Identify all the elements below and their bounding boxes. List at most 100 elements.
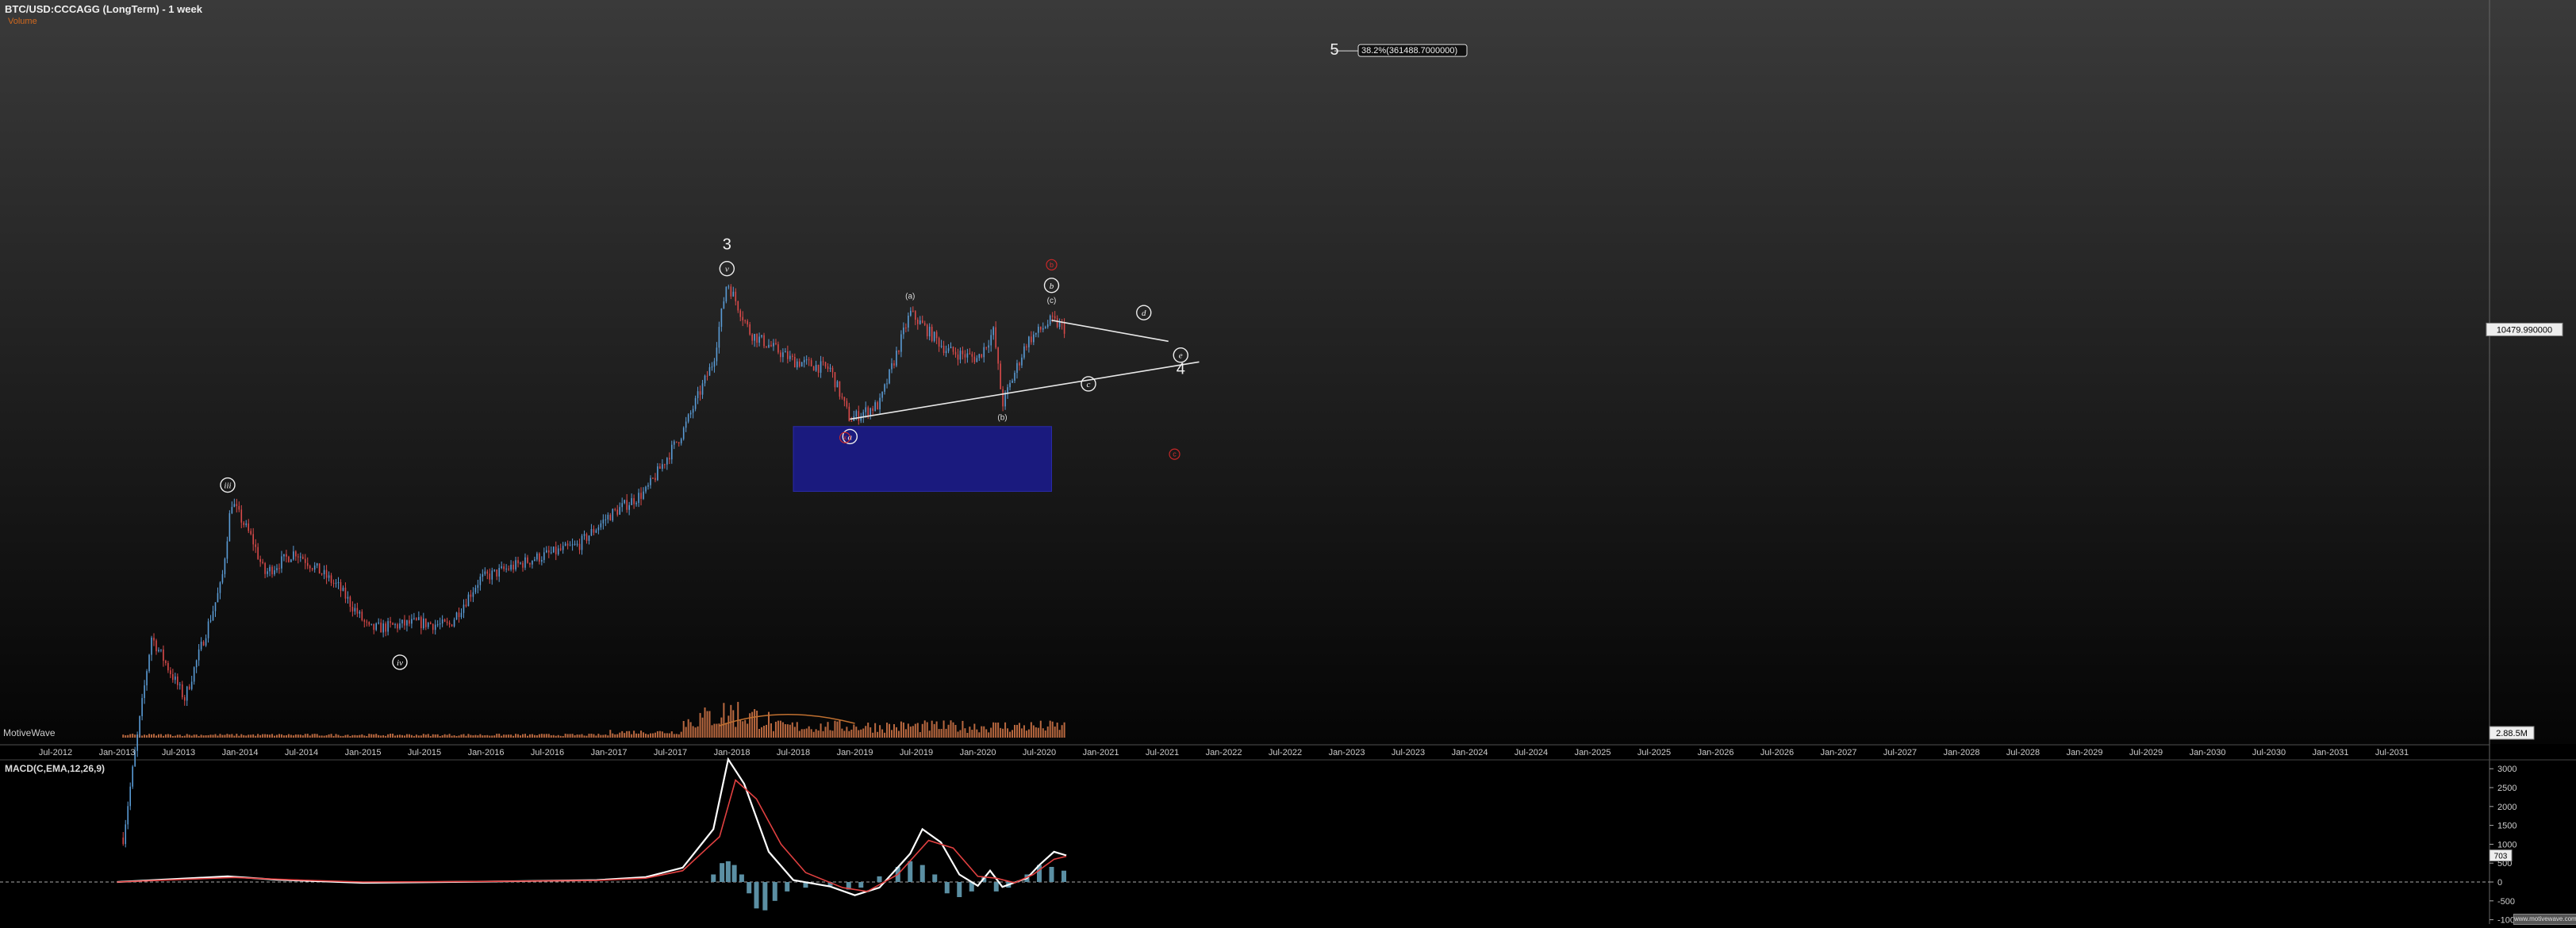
candle-body [250, 531, 252, 535]
volume-bar [689, 722, 692, 738]
volume-bar [557, 734, 559, 738]
candle-body [626, 500, 628, 510]
volume-tag: 2.88.5M [2496, 729, 2528, 738]
volume-bar [889, 723, 891, 738]
candle-body [571, 544, 574, 546]
candle-body [692, 408, 694, 413]
candle-body [304, 558, 306, 563]
candle-body [1039, 326, 1042, 330]
volume-bar [685, 727, 687, 738]
volume-bar [141, 735, 144, 738]
volume-bar [675, 734, 678, 738]
volume-bar [578, 734, 581, 738]
candle-body [763, 335, 765, 347]
candle-body [420, 617, 422, 629]
candle-body [896, 351, 897, 366]
volume-bar [619, 732, 621, 738]
candle-body [597, 527, 600, 531]
volume-bar [766, 724, 768, 738]
volume-bar [763, 726, 766, 738]
macd-y-tick-label: 2000 [2497, 803, 2516, 812]
candle-body [354, 608, 356, 612]
volume-bar [385, 735, 387, 738]
volume-bar [340, 735, 342, 738]
candle-body [820, 361, 822, 373]
volume-bar [366, 735, 368, 738]
volume-bar [793, 727, 796, 738]
candle-body [659, 466, 661, 470]
candle-body [418, 617, 420, 620]
volume-bar [255, 735, 257, 738]
candle-body [290, 559, 292, 562]
candle-body [532, 560, 533, 565]
candle-body [824, 362, 827, 367]
volume-bar [995, 723, 997, 738]
volume-bar [200, 734, 202, 738]
volume-bar [800, 729, 803, 738]
volume-bar [624, 733, 626, 738]
volume-bar [1027, 729, 1030, 738]
candle-body [547, 550, 550, 553]
candle-body [361, 612, 363, 620]
wave-label-iii: iii [224, 481, 231, 491]
volume-bar [482, 735, 484, 738]
volume-bar [616, 734, 619, 738]
candle-body [344, 587, 347, 599]
candle-body [524, 557, 526, 568]
macd-histogram-bar [762, 882, 768, 911]
macd-histogram-bar [725, 861, 731, 882]
candle-body [453, 619, 455, 627]
candle-body [186, 686, 188, 701]
candle-body [451, 624, 453, 627]
volume-bar [522, 734, 524, 738]
volume-bar [990, 727, 992, 738]
candle-body [205, 638, 207, 646]
x-tick-label: Jan-2025 [1575, 748, 1611, 757]
volume-bar [422, 734, 424, 738]
candle-body [129, 786, 131, 807]
candle-body [529, 562, 531, 565]
macd-histogram-bar [720, 863, 725, 882]
candle-body [874, 402, 876, 411]
candle-body [903, 327, 904, 335]
volume-bar [451, 735, 453, 738]
x-tick-label: Jul-2017 [654, 748, 687, 757]
volume-bar [651, 733, 654, 738]
volume-bar [311, 734, 313, 738]
alt-wave-label-b: b [1050, 261, 1054, 269]
x-tick-label: Jul-2025 [1637, 748, 1671, 757]
volume-bar [706, 711, 708, 738]
x-tick-label: Jan-2018 [714, 748, 751, 757]
wave-label-4: 4 [1177, 361, 1185, 378]
volume-bar [985, 729, 988, 738]
candle-body [520, 562, 521, 564]
volume-bar [978, 732, 981, 738]
candle-body [330, 575, 332, 583]
candle-body [503, 566, 505, 569]
volume-bar [510, 734, 513, 738]
volume-bar [552, 734, 555, 738]
volume-bar [628, 731, 631, 738]
candle-body [585, 534, 588, 541]
candle-body [413, 618, 415, 619]
volume-bar [909, 727, 912, 738]
volume-bar [460, 734, 463, 738]
volume-bar [1012, 730, 1014, 738]
candle-body [1002, 389, 1004, 407]
candle-body [940, 345, 942, 347]
alt-wave-label-c: c [1173, 451, 1177, 458]
candle-body [576, 543, 578, 545]
volume-bar [441, 734, 443, 738]
candle-body [212, 611, 214, 621]
volume-bar [855, 727, 858, 738]
volume-bar [410, 734, 413, 738]
candle-body [409, 620, 410, 624]
volume-bar [267, 734, 269, 738]
volume-bar [540, 734, 543, 738]
candle-body [945, 351, 947, 354]
candle-body [298, 556, 299, 558]
candle-body [559, 548, 562, 550]
candle-body [673, 441, 675, 445]
macd-y-tick-label: 1500 [2497, 822, 2516, 831]
volume-bar [498, 734, 501, 738]
